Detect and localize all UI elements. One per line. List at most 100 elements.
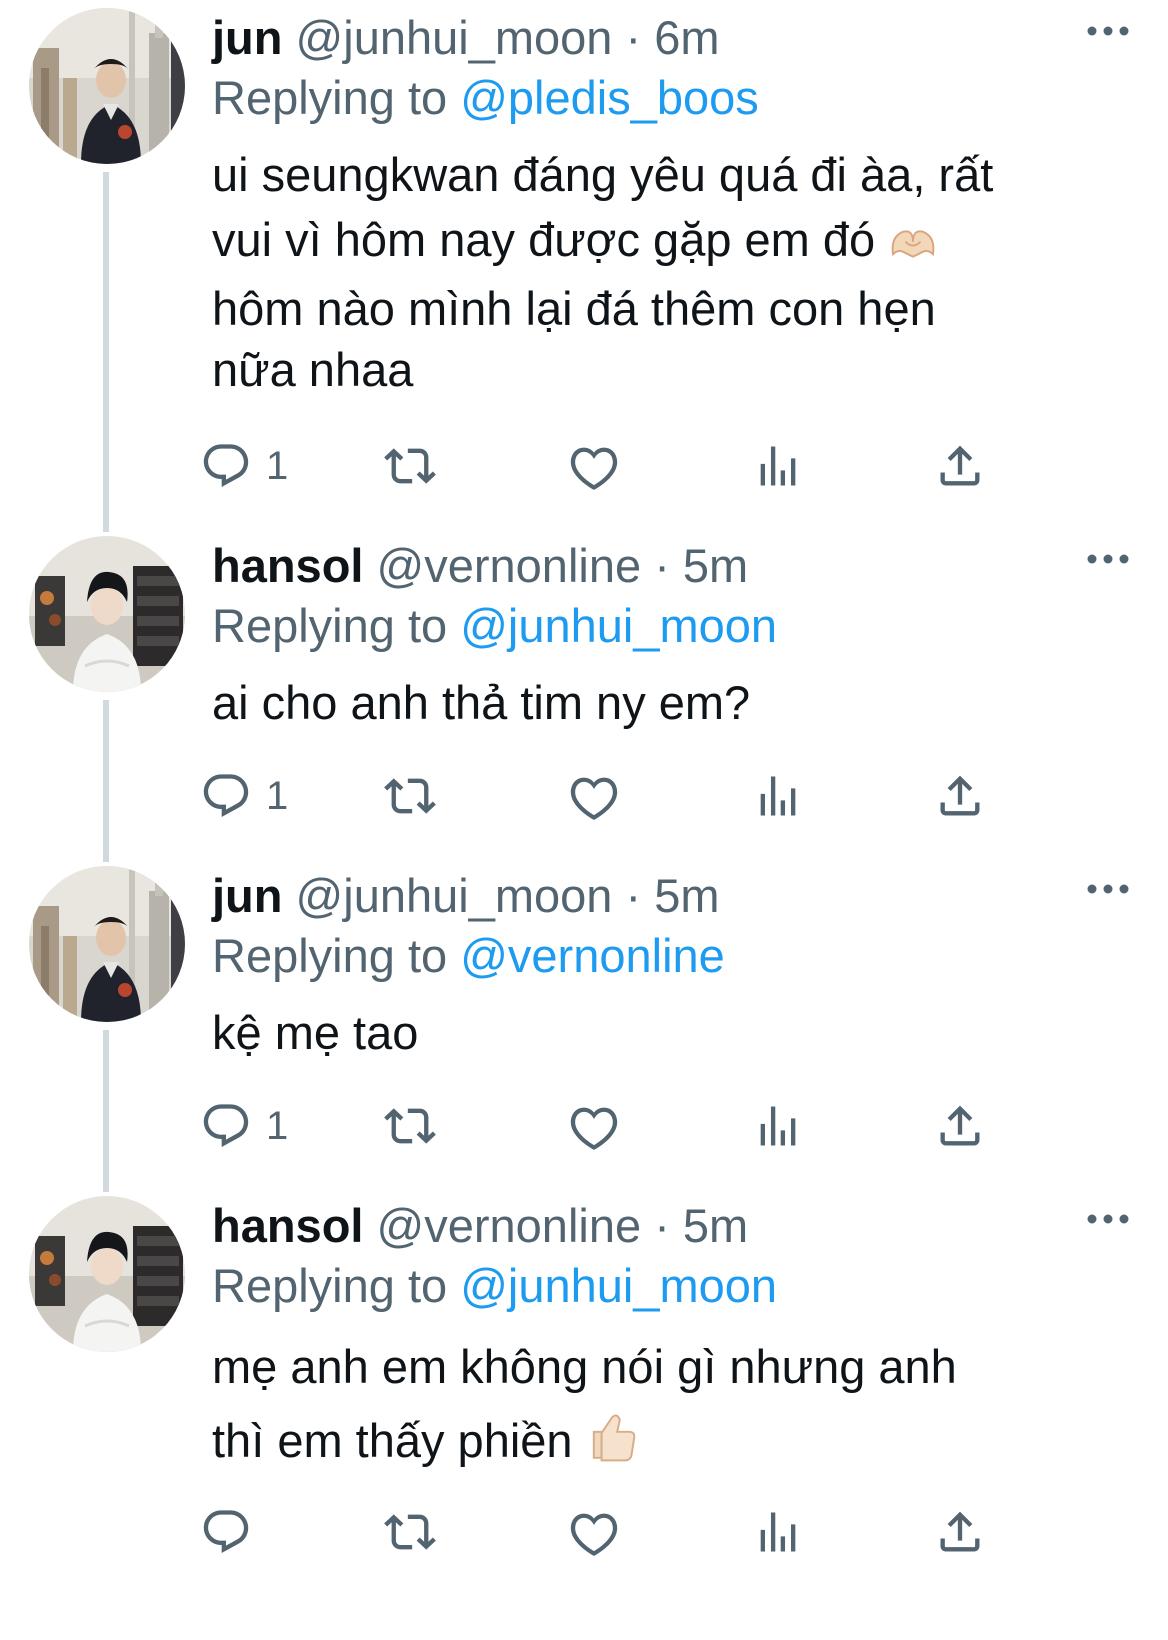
retweet-icon (384, 770, 436, 822)
avatar-image (29, 1196, 185, 1352)
timestamp[interactable]: 5m (654, 869, 719, 922)
avatar[interactable] (29, 1196, 185, 1352)
heart-icon (568, 440, 620, 492)
avatar[interactable] (29, 8, 185, 164)
tweet-header: jun @junhui_moon · 6m (212, 6, 1168, 70)
replying-to-label: Replying to (212, 71, 448, 124)
views-button[interactable] (752, 1502, 804, 1562)
share-icon (934, 770, 986, 822)
tweet-header: hansol @vernonline · 5m (212, 1194, 1168, 1258)
tweet-text-line: ai cho anh thả tim ny em? (212, 676, 751, 729)
retweet-button[interactable] (384, 436, 436, 496)
share-button[interactable] (934, 436, 986, 496)
tweet-actions: 1 (212, 1096, 1052, 1156)
reply-mention[interactable]: @pledis_boos (460, 71, 759, 124)
tweet-header: jun @junhui_moon · 5m (212, 864, 1168, 928)
heart-icon (568, 1506, 620, 1558)
reply-icon (200, 1506, 252, 1558)
tweet-text-line: kệ mẹ tao (212, 1006, 419, 1059)
tweet-actions: 1 (212, 436, 1052, 496)
reply-icon (200, 770, 252, 822)
separator: · (654, 1199, 670, 1252)
retweet-icon (384, 440, 436, 492)
separator: · (654, 539, 670, 592)
tweet-text: kệ mẹ tao (212, 998, 1142, 1067)
more-icon[interactable] (1084, 874, 1132, 904)
replying-to-label: Replying to (212, 599, 448, 652)
tweet-actions: 1 (212, 766, 1052, 826)
reply-icon (200, 440, 252, 492)
replying-to: Replying to @vernonline (212, 924, 1168, 988)
display-name[interactable]: hansol (212, 1199, 363, 1252)
tweet-text: ai cho anh thả tim ny em? (212, 668, 1142, 737)
timestamp[interactable]: 5m (683, 1199, 748, 1252)
reply-count: 1 (266, 443, 289, 488)
avatar[interactable] (29, 866, 185, 1022)
reply-count: 1 (266, 773, 289, 818)
timestamp[interactable]: 6m (654, 11, 719, 64)
tweet-text-line: mẹ anh em không nói gì nhưng anh (212, 1340, 957, 1393)
tweet[interactable]: hansol @vernonline · 5m Replying to @jun… (0, 528, 1168, 858)
tweet[interactable]: jun @junhui_moon · 6m Replying to @pledi… (0, 0, 1168, 520)
tweet-text: ui seungkwan đáng yêu quá đi àa, rất vui… (212, 140, 1142, 404)
avatar-image (29, 866, 185, 1022)
retweet-button[interactable] (384, 1502, 436, 1562)
tweet[interactable]: hansol @vernonline · 5m Replying to @jun… (0, 1188, 1168, 1640)
views-button[interactable] (752, 766, 804, 826)
share-button[interactable] (934, 1096, 986, 1156)
avatar-image (29, 8, 185, 164)
user-handle[interactable]: @vernonline (377, 1199, 642, 1252)
tweet-text-line: thì em thấy phiền (212, 1404, 1142, 1478)
reply-count: 1 (266, 1103, 289, 1148)
replying-to-label: Replying to (212, 929, 448, 982)
tweet-actions (212, 1502, 1052, 1562)
heart-icon (568, 1100, 620, 1152)
share-button[interactable] (934, 1502, 986, 1562)
share-icon (934, 1506, 986, 1558)
timestamp[interactable]: 5m (683, 539, 748, 592)
user-handle[interactable]: @vernonline (377, 539, 642, 592)
replying-to: Replying to @junhui_moon (212, 1254, 1168, 1318)
reply-button[interactable]: 1 (200, 1096, 288, 1156)
tweet-text-line: vui vì hôm nay được gặp em đó (212, 205, 1142, 274)
reply-button[interactable]: 1 (200, 766, 288, 826)
share-button[interactable] (934, 766, 986, 826)
reply-mention[interactable]: @vernonline (460, 929, 725, 982)
avatar[interactable] (29, 536, 185, 692)
tweet-text-line: nữa nhaa (212, 343, 414, 396)
like-button[interactable] (568, 436, 620, 496)
more-icon[interactable] (1084, 544, 1132, 574)
reply-mention[interactable]: @junhui_moon (460, 1259, 777, 1312)
like-button[interactable] (568, 1502, 620, 1562)
like-button[interactable] (568, 1096, 620, 1156)
more-icon[interactable] (1084, 16, 1132, 46)
user-handle[interactable]: @junhui_moon (296, 11, 613, 64)
display-name[interactable]: jun (212, 11, 282, 64)
replying-to-label: Replying to (212, 1259, 448, 1312)
reply-icon (200, 1100, 252, 1152)
replying-to: Replying to @junhui_moon (212, 594, 1168, 658)
reply-button[interactable]: 1 (200, 436, 288, 496)
views-button[interactable] (752, 1096, 804, 1156)
views-icon (752, 770, 804, 822)
reply-mention[interactable]: @junhui_moon (460, 599, 777, 652)
tweet[interactable]: jun @junhui_moon · 5m Replying to @verno… (0, 858, 1168, 1188)
retweet-button[interactable] (384, 1096, 436, 1156)
display-name[interactable]: jun (212, 869, 282, 922)
heart-icon (568, 770, 620, 822)
views-icon (752, 1100, 804, 1152)
tweet-text-line: ui seungkwan đáng yêu quá đi àa, rất (212, 148, 994, 201)
retweet-button[interactable] (384, 766, 436, 826)
reply-button[interactable] (200, 1502, 266, 1562)
share-icon (934, 1100, 986, 1152)
like-button[interactable] (568, 766, 620, 826)
display-name[interactable]: hansol (212, 539, 363, 592)
tweet-text: mẹ anh em không nói gì nhưng anh thì em … (212, 1330, 1142, 1478)
more-icon[interactable] (1084, 1204, 1132, 1234)
retweet-icon (384, 1506, 436, 1558)
views-icon (752, 1506, 804, 1558)
views-button[interactable] (752, 436, 804, 496)
tweet-text-line: hôm nào mình lại đá thêm con hẹn (212, 282, 936, 335)
user-handle[interactable]: @junhui_moon (296, 869, 613, 922)
share-icon (934, 440, 986, 492)
